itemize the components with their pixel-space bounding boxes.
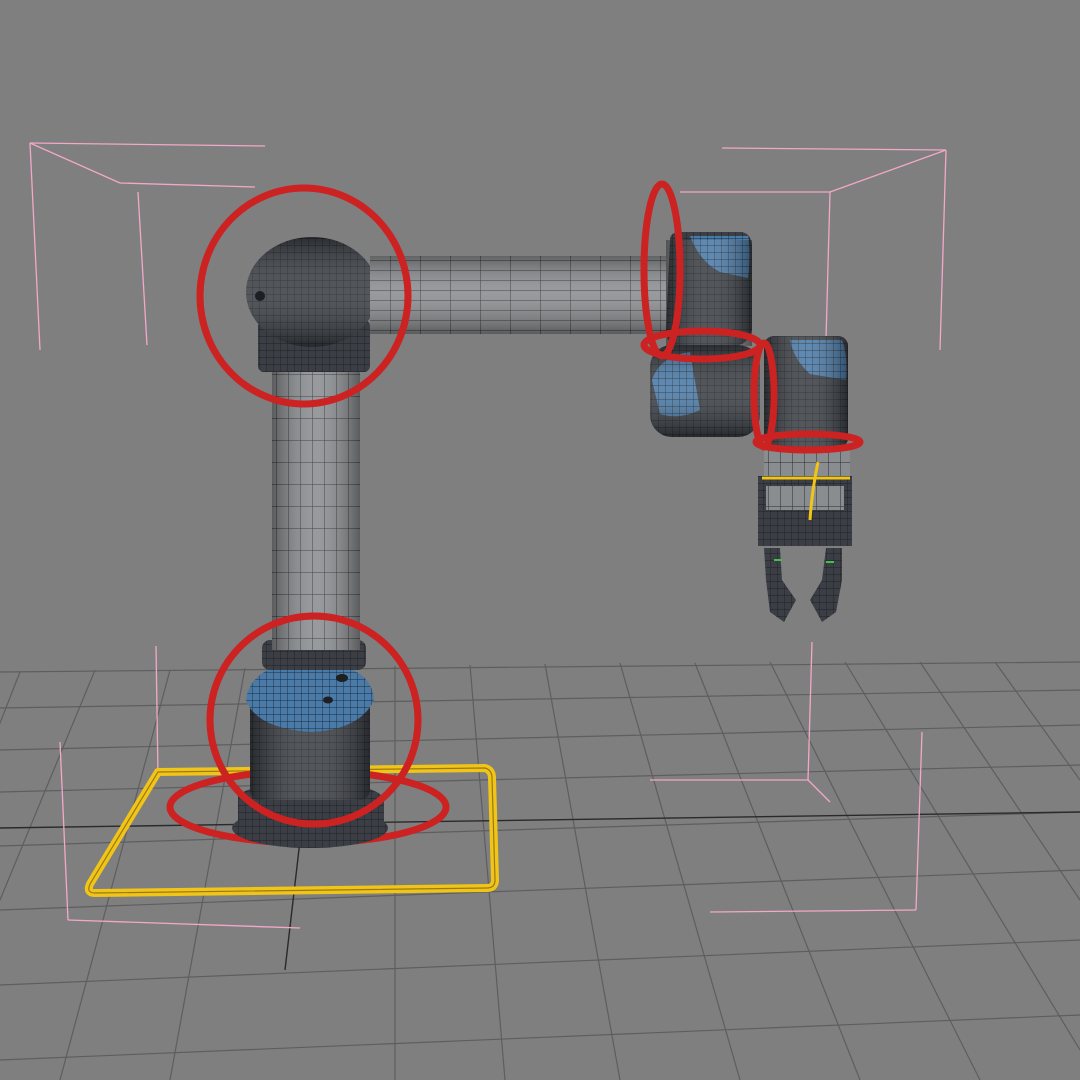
ground-grid — [0, 661, 1080, 1080]
grid-axis-lines — [0, 667, 1080, 971]
robot-base — [232, 640, 388, 848]
shoulder-joint — [246, 237, 378, 372]
scene-canvas[interactable] — [0, 0, 1080, 1080]
gripper — [758, 448, 852, 622]
forearm — [370, 256, 666, 334]
3d-viewport[interactable] — [0, 0, 1080, 1080]
